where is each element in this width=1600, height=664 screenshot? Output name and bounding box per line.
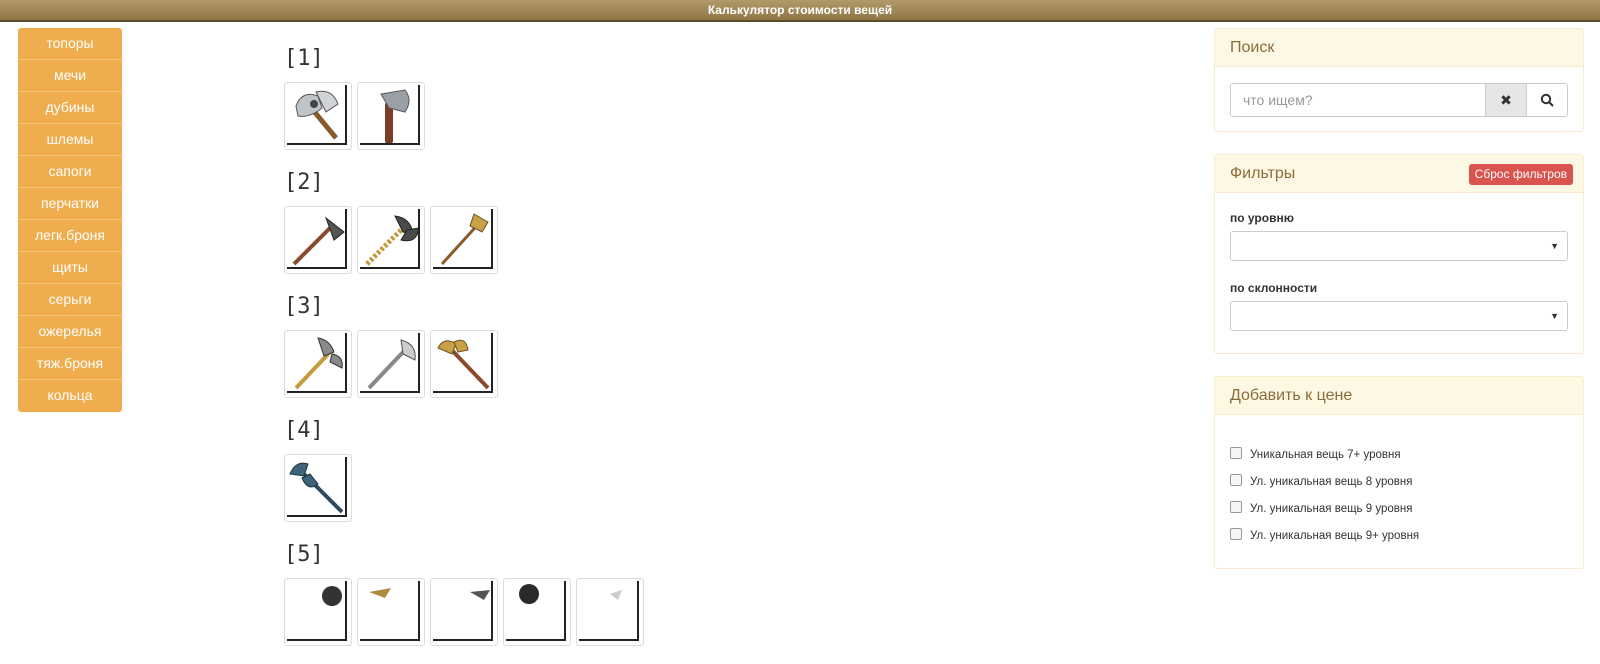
alignment-filter-label: по склонности xyxy=(1230,281,1318,295)
item-thumbnail[interactable] xyxy=(430,330,498,398)
search-panel-title: Поиск xyxy=(1215,29,1583,67)
sidebar-item-boots[interactable]: сапоги xyxy=(18,156,122,188)
axe-icon xyxy=(289,462,344,514)
axe-icon xyxy=(365,215,420,266)
axe-icon xyxy=(519,584,539,604)
price-option[interactable]: Уникальная вещь 7+ уровня xyxy=(1230,441,1568,468)
group-title: [4] xyxy=(284,418,324,443)
sidebar-item-shields[interactable]: щиты xyxy=(18,252,122,284)
item-thumbnail[interactable] xyxy=(284,206,352,274)
clear-search-button[interactable]: ✖ xyxy=(1485,83,1527,117)
level-select[interactable]: ▼ xyxy=(1230,231,1568,261)
sidebar-item-swords[interactable]: мечи xyxy=(18,60,122,92)
alignment-select[interactable]: ▼ xyxy=(1230,301,1568,331)
app-title-bar: Калькулятор стоимости вещей xyxy=(0,0,1600,22)
item-thumbnail[interactable] xyxy=(284,82,352,150)
axe-icon xyxy=(292,216,345,266)
sidebar-item-clubs[interactable]: дубины xyxy=(18,92,122,124)
price-option-label: Ул. уникальная вещь 9+ уровня xyxy=(1250,529,1420,542)
category-sidebar: топоры мечи дубины шлемы сапоги перчатки… xyxy=(18,28,122,412)
search-button[interactable] xyxy=(1526,83,1568,117)
checkbox[interactable] xyxy=(1230,446,1242,459)
filters-title: Фильтры xyxy=(1230,165,1296,182)
price-option[interactable]: Ул. уникальная вещь 9 уровня xyxy=(1230,495,1568,522)
price-option-label: Ул. уникальная вещь 9 уровня xyxy=(1250,502,1413,515)
axe-icon xyxy=(294,337,343,390)
reset-filters-button[interactable]: Сброс фильтров xyxy=(1468,164,1573,185)
search-panel: Поиск ✖ xyxy=(1214,28,1584,132)
price-option-label: Ул. уникальная вещь 8 уровня xyxy=(1250,475,1413,488)
axe-icon xyxy=(295,90,339,140)
group-title: [3] xyxy=(284,294,324,319)
item-group-1: [1] xyxy=(284,44,1164,168)
add-to-price-title: Добавить к цене xyxy=(1215,377,1583,415)
axe-icon xyxy=(367,339,416,390)
group-title: [5] xyxy=(284,542,324,567)
item-thumbnail[interactable] xyxy=(284,330,352,398)
axe-icon xyxy=(380,89,410,144)
sidebar-item-rings[interactable]: кольца xyxy=(18,380,122,412)
close-icon: ✖ xyxy=(1500,91,1512,108)
price-option-label: Уникальная вещь 7+ уровня xyxy=(1250,448,1401,461)
item-thumbnail[interactable] xyxy=(430,206,498,274)
axe-icon xyxy=(322,586,342,606)
search-icon xyxy=(1540,93,1554,107)
checkbox[interactable] xyxy=(1230,500,1242,513)
level-filter-label: по уровню xyxy=(1230,211,1294,225)
group-title: [2] xyxy=(284,170,324,195)
item-thumbnail[interactable] xyxy=(357,578,425,646)
filters-panel: Фильтры Сброс фильтров по уровню ▼ по ск… xyxy=(1214,154,1584,354)
axe-icon xyxy=(440,213,489,266)
item-thumbnail[interactable] xyxy=(284,578,352,646)
caret-down-icon: ▼ xyxy=(1550,311,1559,321)
item-thumbnail[interactable] xyxy=(430,578,498,646)
item-group-5: [5] xyxy=(284,540,1164,664)
axe-icon xyxy=(437,339,490,390)
item-group-4: [4] xyxy=(284,416,1164,540)
checkbox[interactable] xyxy=(1230,473,1242,486)
item-groups: [1] [2] [3] [4] [5] xyxy=(284,44,1164,664)
item-group-2: [2] xyxy=(284,168,1164,292)
sidebar-item-helmets[interactable]: шлемы xyxy=(18,124,122,156)
add-to-price-panel: Добавить к цене Уникальная вещь 7+ уровн… xyxy=(1214,376,1584,569)
item-group-3: [3] xyxy=(284,292,1164,416)
sidebar-item-light-armor[interactable]: легк.броня xyxy=(18,220,122,252)
sidebar-item-earrings[interactable]: серьги xyxy=(18,284,122,316)
item-thumbnail[interactable] xyxy=(357,82,425,150)
price-option[interactable]: Ул. уникальная вещь 9+ уровня xyxy=(1230,522,1568,549)
group-title: [1] xyxy=(284,46,324,71)
axe-icon xyxy=(369,588,391,598)
axe-icon xyxy=(610,590,622,600)
caret-down-icon: ▼ xyxy=(1550,241,1559,251)
item-thumbnail[interactable] xyxy=(357,330,425,398)
sidebar-item-necklaces[interactable]: ожерелья xyxy=(18,316,122,348)
item-thumbnail[interactable] xyxy=(357,206,425,274)
checkbox[interactable] xyxy=(1230,527,1242,540)
price-option[interactable]: Ул. уникальная вещь 8 уровня xyxy=(1230,468,1568,495)
filters-panel-title: Фильтры Сброс фильтров xyxy=(1215,155,1583,193)
item-thumbnail[interactable] xyxy=(284,454,352,522)
axe-icon xyxy=(470,590,490,600)
app-title: Калькулятор стоимости вещей xyxy=(707,3,893,17)
search-input[interactable] xyxy=(1230,83,1486,117)
item-thumbnail[interactable] xyxy=(576,578,644,646)
sidebar-item-axes[interactable]: топоры xyxy=(18,28,122,60)
sidebar-item-gloves[interactable]: перчатки xyxy=(18,188,122,220)
item-thumbnail[interactable] xyxy=(503,578,571,646)
sidebar-item-heavy-armor[interactable]: тяж.броня xyxy=(18,348,122,380)
